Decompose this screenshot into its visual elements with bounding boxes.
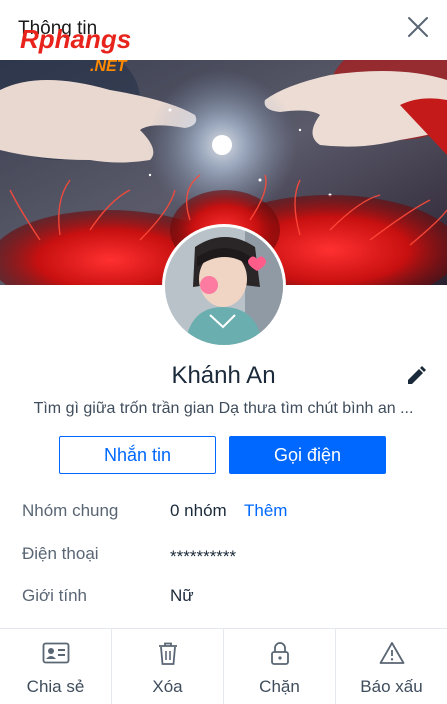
phone-value: **********	[170, 547, 237, 566]
report-label: Báo xấu	[360, 677, 423, 696]
block-label: Chặn	[259, 677, 300, 696]
gender-label: Giới tính	[22, 586, 88, 605]
svg-text:Rphangs: Rphangs	[20, 24, 131, 54]
report-button[interactable]: Báo xấu	[336, 629, 447, 704]
call-button[interactable]: Gọi điện	[229, 436, 386, 474]
groups-value: 0 nhóm	[170, 501, 227, 520]
trash-icon	[158, 642, 177, 665]
phone-label: Điện thoại	[22, 544, 99, 563]
contact-card-icon	[42, 642, 69, 664]
gender-value: Nữ	[170, 586, 194, 605]
block-button[interactable]: Chặn	[224, 629, 336, 704]
groups-label: Nhóm chung	[22, 501, 119, 520]
svg-text:.NET: .NET	[90, 58, 128, 75]
lock-icon	[270, 642, 289, 665]
action-bar: Chia sẻ Xóa Chặn Báo xấu	[0, 629, 447, 704]
profile-name: Khánh An	[171, 362, 276, 389]
add-group-link[interactable]: Thêm	[244, 501, 287, 521]
warning-icon	[379, 642, 404, 664]
share-label: Chia sẻ	[26, 677, 85, 696]
watermark-logo: Rphangs .NET	[20, 24, 131, 75]
avatar[interactable]	[162, 224, 286, 348]
close-icon[interactable]	[405, 14, 431, 40]
message-button[interactable]: Nhắn tin	[59, 436, 216, 474]
profile-status: Tìm gì giữa trốn trần gian Dạ thưa tìm c…	[33, 400, 414, 417]
delete-button[interactable]: Xóa	[112, 629, 224, 704]
pencil-icon[interactable]	[404, 364, 428, 388]
share-button[interactable]: Chia sẻ	[0, 629, 112, 704]
delete-label: Xóa	[152, 677, 183, 696]
